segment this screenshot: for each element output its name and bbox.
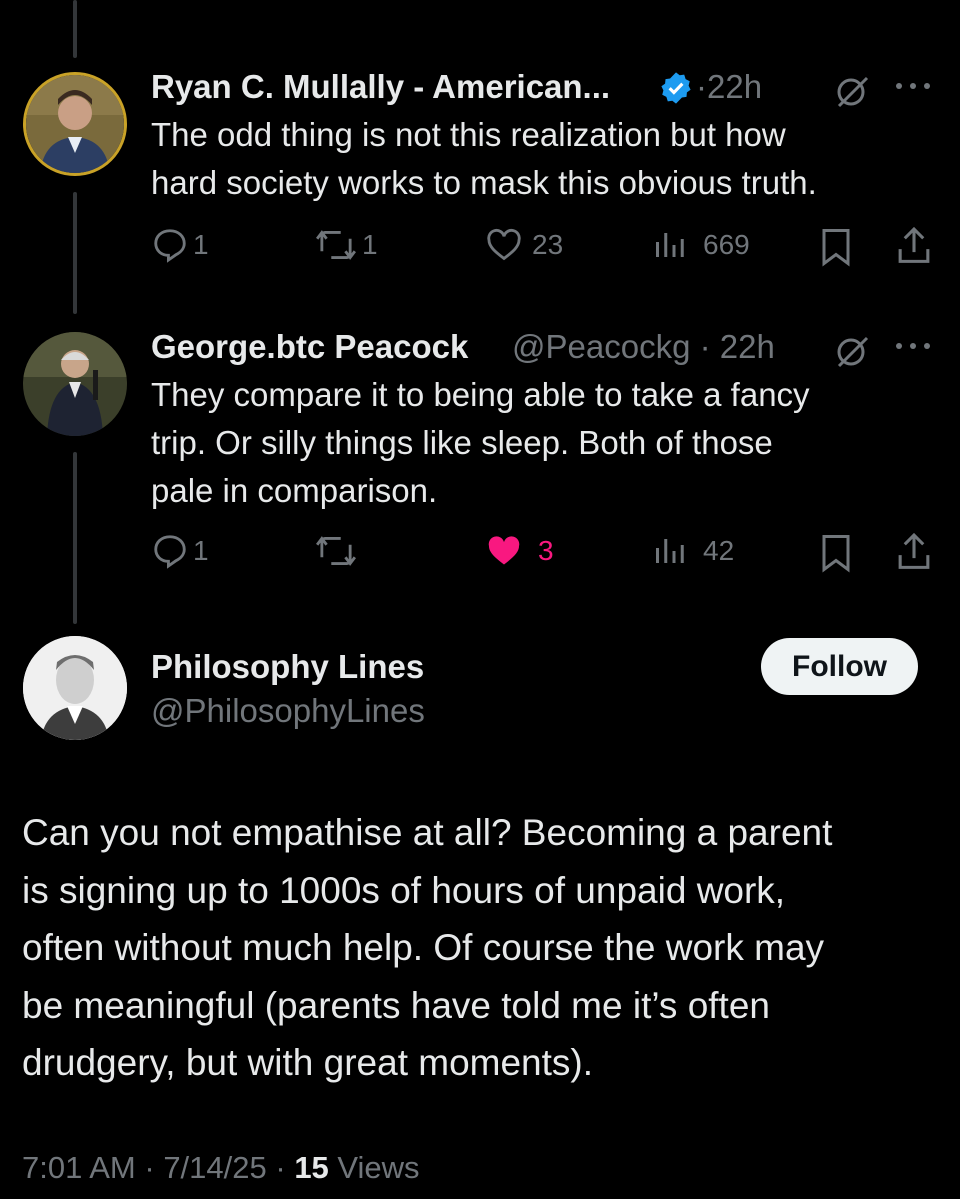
tweet-text-line: The odd thing is not this realization bu…	[151, 116, 786, 153]
like-count: 3	[538, 535, 554, 566]
author-name[interactable]: Ryan C. Mullally - American...	[151, 68, 610, 106]
avatar[interactable]	[23, 332, 127, 436]
tweet-text-line: drudgery, but with great moments).	[22, 1042, 594, 1083]
tweet-text: They compare it to being able to take a …	[151, 371, 941, 515]
repost-icon[interactable]	[320, 0, 344, 10]
profile-photo	[26, 75, 124, 173]
grok-icon[interactable]	[833, 332, 871, 370]
avatar[interactable]	[23, 636, 127, 740]
view-count: 669	[703, 229, 750, 260]
bookmark-icon[interactable]	[822, 0, 846, 10]
tweet-text-line: often without much help. Of course the w…	[22, 927, 825, 968]
tweet-text-line: hard society works to mask this obvious …	[151, 164, 817, 201]
author-handle[interactable]: @PhilosophyLines	[151, 692, 425, 730]
post-time[interactable]: 7:01 AM	[22, 1150, 136, 1185]
bookmark-icon[interactable]	[818, 227, 854, 267]
post-date[interactable]: 7/14/25	[163, 1150, 266, 1185]
like-button-active[interactable]: 3	[484, 532, 554, 570]
share-icon[interactable]	[895, 226, 933, 266]
repost-icon	[316, 230, 356, 260]
repost-count: 1	[362, 229, 378, 260]
reply-button[interactable]: 1	[151, 532, 209, 570]
more-options-icon[interactable]	[893, 78, 933, 94]
views-button[interactable]: 669	[653, 226, 750, 264]
author-name[interactable]: Philosophy Lines	[151, 648, 424, 686]
tweet-text-line: trip. Or silly things like sleep. Both o…	[151, 424, 773, 461]
tweet-text: The odd thing is not this realization bu…	[151, 111, 941, 207]
repost-button[interactable]	[314, 532, 358, 570]
author-name[interactable]: George.btc Peacock	[151, 328, 468, 366]
views-count: 15	[294, 1150, 329, 1185]
tweet-timestamp[interactable]: ·22h	[696, 68, 762, 106]
tweet-text-line: pale in comparison.	[151, 472, 438, 509]
grok-icon[interactable]	[833, 72, 871, 110]
reply-icon	[154, 535, 186, 569]
tweet-text-line: They compare it to being able to take a …	[151, 376, 810, 413]
author-handle: @Peacockg	[512, 328, 691, 365]
views-icon	[656, 233, 684, 257]
tweet-meta[interactable]: @Peacockg · 22h	[512, 328, 775, 366]
share-icon[interactable]	[895, 532, 933, 572]
heart-icon	[487, 228, 521, 261]
tweet-text: Can you not empathise at all? Becoming a…	[22, 804, 952, 1092]
tweet-text-line: Can you not empathise at all? Becoming a…	[22, 812, 833, 853]
more-options-icon[interactable]	[893, 338, 933, 354]
profile-photo	[23, 332, 127, 436]
repost-button[interactable]: 1	[314, 226, 378, 264]
time-text: 22h	[707, 68, 763, 105]
tweet-text-line: is signing up to 1000s of hours of unpai…	[22, 869, 786, 911]
views-icon[interactable]	[655, 0, 679, 10]
views-label: Views	[337, 1150, 420, 1185]
thread-line-middle	[73, 192, 77, 314]
time-text: 22h	[719, 328, 775, 365]
reply-count: 1	[193, 229, 209, 260]
reply-count: 1	[193, 535, 209, 566]
reply-button[interactable]: 1	[151, 226, 209, 264]
bookmark-icon[interactable]	[818, 533, 854, 573]
profile-photo	[23, 636, 127, 740]
like-icon[interactable]	[495, 0, 519, 10]
like-count: 23	[532, 229, 564, 260]
reply-icon[interactable]	[161, 0, 185, 10]
tweet-footer: 7:01 AM · 7/14/25 · 15 Views	[22, 1150, 420, 1185]
like-button[interactable]: 23	[484, 226, 563, 264]
views-icon	[656, 539, 684, 563]
avatar[interactable]	[23, 72, 127, 176]
repost-icon	[316, 536, 356, 566]
view-count: 42	[703, 535, 735, 566]
thread-line-bottom	[73, 452, 77, 624]
tweet-text-line: be meaningful (parents have told me it’s…	[22, 984, 770, 1026]
share-icon[interactable]	[898, 0, 922, 10]
heart-filled-icon	[488, 536, 520, 565]
thread-line-top	[73, 0, 77, 58]
reply-icon	[154, 229, 186, 263]
verified-badge-icon	[661, 72, 691, 104]
follow-button[interactable]: Follow	[761, 638, 918, 695]
views-button[interactable]: 42	[653, 532, 734, 570]
